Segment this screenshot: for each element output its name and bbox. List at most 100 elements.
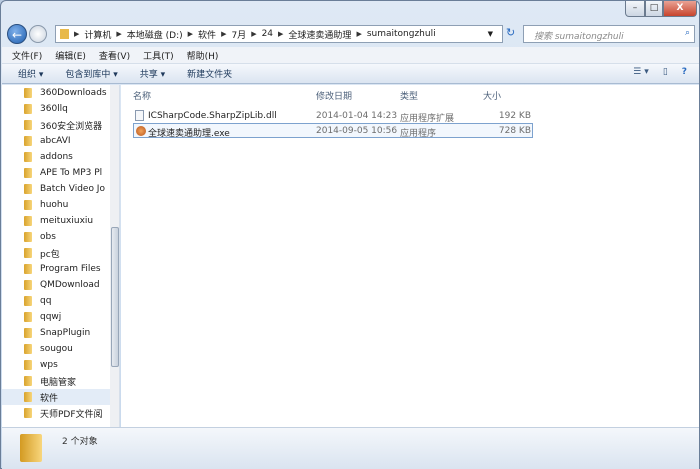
menu-edit[interactable]: 编辑(E) [55, 49, 86, 62]
file-row[interactable]: 全球速卖通助理.exe 2014-09-05 10:56 应用程序 728 KB [133, 123, 533, 139]
chevron-down-icon[interactable]: ▼ [488, 30, 493, 38]
sidebar-item[interactable]: qqwj [2, 309, 110, 325]
breadcrumb-july[interactable]: 7月 [231, 28, 246, 41]
sidebar-item-label: 软件 [40, 393, 59, 404]
include-in-library-button[interactable]: 包含到库中 ▾ [65, 67, 117, 80]
file-name: ICSharpCode.SharpZipLib.dll [148, 111, 277, 121]
file-list: 名称 修改日期 类型 大小 ICSharpCode.SharpZipLib.dl… [121, 85, 699, 427]
sidebar-item[interactable]: 天师PDF文件阅 [2, 405, 110, 421]
search-input[interactable]: 搜索 sumaitongzhuli ⌕ [523, 25, 695, 43]
sidebar-item-label: pc包 [40, 249, 60, 260]
sidebar-item[interactable]: addons [2, 149, 110, 165]
breadcrumb-computer[interactable]: 计算机 [84, 28, 111, 41]
exe-app-icon [136, 126, 146, 136]
sidebar-item-label: 天师PDF文件阅 [40, 409, 103, 420]
address-bar[interactable]: ▶ 计算机 ▶ 本地磁盘 (D:) ▶ 软件 ▶ 7月 ▶ 24 ▶ 全球速卖通助理 ▶ su… [55, 25, 503, 43]
folder-icon [24, 200, 32, 210]
file-row[interactable]: ICSharpCode.SharpZipLib.dll 2014-01-04 1… [133, 109, 533, 124]
minimize-button[interactable]: – [625, 1, 645, 17]
sidebar-item-label: 360Downloads [40, 88, 107, 98]
folder-icon [24, 360, 32, 370]
sidebar-item[interactable]: 360安全浏览器 [2, 117, 110, 133]
sidebar-item[interactable]: pc包 [2, 245, 110, 261]
sidebar-item[interactable]: Batch Video Jo [2, 181, 110, 197]
menu-tools[interactable]: 工具(T) [143, 49, 174, 62]
sidebar-item[interactable]: wps [2, 357, 110, 373]
menu-bar: 文件(F) 编辑(E) 查看(V) 工具(T) 帮助(H) [2, 47, 699, 64]
sidebar-item[interactable]: APE To MP3 Pl [2, 165, 110, 181]
column-name[interactable]: 名称 [133, 89, 151, 102]
sidebar-item[interactable]: 电脑管家 [2, 373, 110, 389]
search-placeholder: 搜索 sumaitongzhuli [534, 32, 624, 42]
sidebar-item[interactable]: qq [2, 293, 110, 309]
folder-icon [24, 152, 32, 162]
folder-icon [24, 328, 32, 338]
folder-icon [24, 280, 32, 290]
refresh-icon[interactable]: ↻ [506, 26, 515, 39]
menu-view[interactable]: 查看(V) [99, 49, 130, 62]
folder-icon [24, 312, 32, 322]
folder-icon [24, 168, 32, 178]
sidebar-item[interactable]: sougou [2, 341, 110, 357]
sidebar-item-label: APE To MP3 Pl [40, 168, 103, 178]
column-size[interactable]: 大小 [483, 89, 501, 102]
preview-pane-icon[interactable]: ▯ [663, 67, 668, 77]
sidebar-item-label: Program Files [40, 264, 101, 274]
maximize-button[interactable]: □ [645, 1, 663, 17]
folder-icon [24, 344, 32, 354]
breadcrumb-software[interactable]: 软件 [198, 28, 216, 41]
breadcrumb-current[interactable]: sumaitongzhuli [367, 29, 436, 39]
sidebar-scrollbar[interactable] [110, 85, 119, 427]
folder-icon [24, 392, 32, 402]
dll-file-icon [135, 110, 144, 121]
file-date: 2014-01-04 14:23 [316, 111, 398, 121]
file-size: 728 KB [498, 126, 531, 136]
folder-icon [24, 248, 32, 258]
folder-icon [24, 232, 32, 242]
column-headers: 名称 修改日期 类型 大小 [121, 85, 699, 103]
folder-icon [24, 376, 32, 386]
sidebar-item-label: wps [40, 360, 58, 370]
forward-button[interactable] [29, 25, 47, 43]
toolbar: 组织 ▾ 包含到库中 ▾ 共享 ▾ 新建文件夹 ☰ ▾ ▯? [2, 64, 699, 84]
breadcrumb-24[interactable]: 24 [262, 29, 273, 39]
sidebar-item[interactable]: abcAVI [2, 133, 110, 149]
sidebar-item[interactable]: obs [2, 229, 110, 245]
new-folder-button[interactable]: 新建文件夹 [187, 67, 232, 80]
view-options-icon[interactable]: ☰ ▾ [633, 67, 649, 77]
sidebar-item[interactable]: 360Downloads [2, 85, 110, 101]
sidebar-item[interactable]: huohu [2, 197, 110, 213]
menu-file[interactable]: 文件(F) [12, 49, 42, 62]
sidebar-item-label: Batch Video Jo [40, 184, 105, 194]
sidebar-item-label: meituxiuxiu [40, 216, 94, 226]
sidebar-item[interactable]: 软件 [2, 389, 110, 405]
sidebar-item[interactable]: Program Files [2, 261, 110, 277]
sidebar-item[interactable]: meituxiuxiu [2, 213, 110, 229]
folder-icon [20, 434, 42, 462]
sidebar-item[interactable]: 360llq [2, 101, 110, 117]
organize-button[interactable]: 组织 ▾ [18, 67, 43, 80]
close-button[interactable]: X [663, 1, 697, 17]
column-date[interactable]: 修改日期 [316, 89, 352, 102]
menu-help[interactable]: 帮助(H) [187, 49, 219, 62]
back-button[interactable]: ← [7, 24, 27, 44]
help-icon[interactable]: ? [682, 67, 687, 77]
sidebar-item-label: 360llq [40, 104, 68, 114]
folder-icon [24, 184, 32, 194]
sidebar-item-label: qqwj [40, 312, 62, 322]
file-name: 全球速卖通助理.exe [148, 129, 230, 139]
sidebar-item-label: addons [40, 152, 73, 162]
sidebar-item[interactable]: SnapPlugin [2, 325, 110, 341]
scrollbar-thumb[interactable] [111, 227, 119, 367]
folder-icon [24, 120, 32, 130]
column-type[interactable]: 类型 [400, 89, 418, 102]
breadcrumb-app[interactable]: 全球速卖通助理 [288, 28, 351, 41]
sidebar-item-label: huohu [40, 200, 69, 210]
sidebar-item[interactable]: QMDownload [2, 277, 110, 293]
share-button[interactable]: 共享 ▾ [140, 67, 165, 80]
breadcrumb-drive[interactable]: 本地磁盘 (D:) [127, 28, 183, 41]
folder-icon [24, 88, 32, 98]
folder-icon [24, 408, 32, 418]
folder-icon [24, 104, 32, 114]
search-icon[interactable]: ⌕ [685, 28, 690, 38]
